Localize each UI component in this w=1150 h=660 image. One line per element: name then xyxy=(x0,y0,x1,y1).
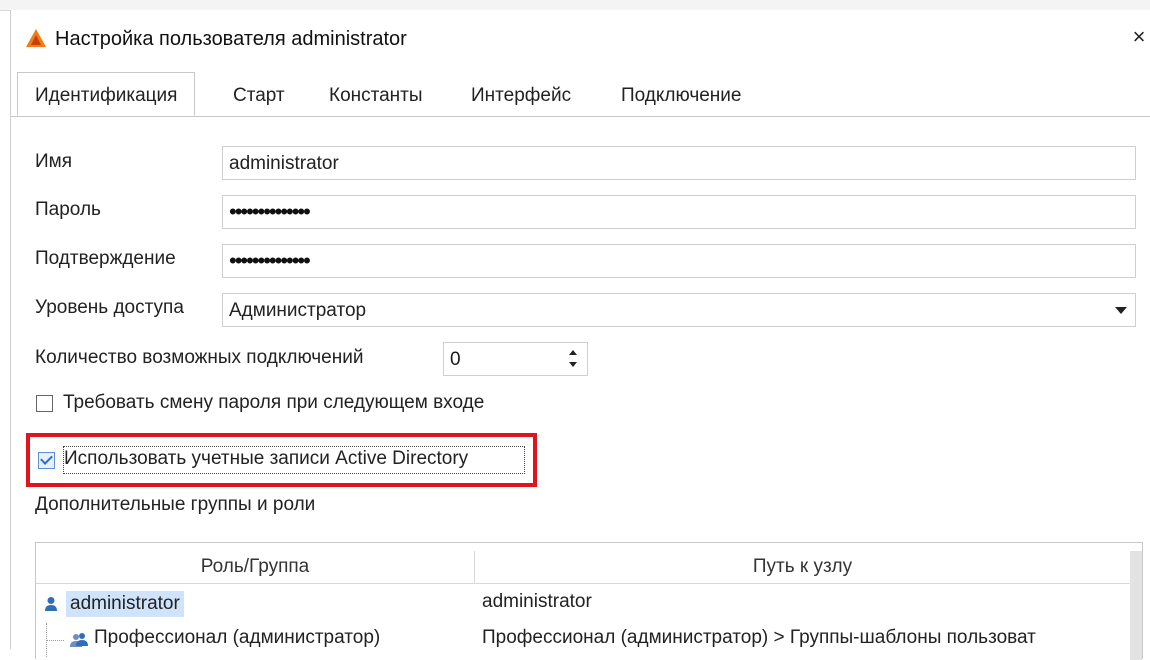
confirm-password-input[interactable]: •••••••••••••• xyxy=(222,244,1136,278)
path-cell: administrator xyxy=(482,591,592,612)
access-level-select[interactable]: Администратор xyxy=(222,293,1136,327)
user-settings-dialog: Настройка пользователя administrator × И… xyxy=(10,10,1150,660)
app-logo-icon xyxy=(26,29,46,47)
tab-start[interactable]: Старт xyxy=(233,78,285,114)
dialog-titlebar: Настройка пользователя administrator × xyxy=(11,10,1150,62)
confirm-label: Подтверждение xyxy=(35,248,176,269)
table-row[interactable]: administrator administrator xyxy=(36,587,1130,621)
user-icon xyxy=(45,597,57,611)
dialog-title: Настройка пользователя administrator xyxy=(55,28,407,50)
close-icon: × xyxy=(1132,24,1146,49)
name-value: administrator xyxy=(229,153,339,174)
connections-label: Количество возможных подключений xyxy=(35,347,364,368)
groups-label: Дополнительные группы и роли xyxy=(35,494,316,515)
name-label: Имя xyxy=(35,151,73,172)
tab-constants[interactable]: Константы xyxy=(329,78,423,114)
password-input[interactable]: •••••••••••••• xyxy=(222,195,1136,229)
tab-bar: Идентификация Старт Константы Интерфейс … xyxy=(11,72,1150,117)
close-button[interactable]: × xyxy=(1127,24,1150,50)
require-password-change-label: Требовать смену пароля при следующем вхо… xyxy=(63,392,485,413)
table-row[interactable]: Профессионал (администратор) Профессиона… xyxy=(36,623,1130,657)
access-level-label: Уровень доступа xyxy=(35,297,184,318)
tab-interface[interactable]: Интерфейс xyxy=(471,78,571,114)
role-cell: administrator xyxy=(66,591,184,617)
confirm-value: •••••••••••••• xyxy=(229,248,311,273)
password-label: Пароль xyxy=(35,199,101,220)
require-password-change-checkbox[interactable] xyxy=(36,395,53,412)
connections-stepper[interactable]: 0 xyxy=(443,342,588,376)
table-scrollbar[interactable] xyxy=(1130,551,1142,660)
stepper-up-icon[interactable] xyxy=(569,350,577,355)
roles-groups-table: Роль/Группа Путь к узлу administrator ad… xyxy=(35,542,1143,660)
table-header: Роль/Группа Путь к узлу xyxy=(36,551,1130,584)
tab-identification[interactable]: Идентификация xyxy=(17,72,196,116)
column-header-role[interactable]: Роль/Группа xyxy=(36,551,474,583)
chevron-down-icon xyxy=(1115,307,1127,314)
name-input[interactable]: administrator xyxy=(222,146,1136,180)
path-cell: Профессионал (администратор) > Группы-ша… xyxy=(482,627,1036,648)
tab-connection[interactable]: Подключение xyxy=(621,78,741,114)
use-active-directory-checkbox[interactable] xyxy=(38,452,55,469)
connections-value: 0 xyxy=(450,349,461,370)
password-value: •••••••••••••• xyxy=(229,199,311,224)
column-header-path[interactable]: Путь к узлу xyxy=(475,551,1130,583)
role-cell: Профессионал (администратор) xyxy=(94,627,381,648)
access-level-value: Администратор xyxy=(229,300,367,321)
use-active-directory-label: Использовать учетные записи Active Direc… xyxy=(64,448,469,469)
tree-connector xyxy=(46,640,64,642)
stepper-down-icon[interactable] xyxy=(569,362,577,367)
group-icon xyxy=(70,633,88,647)
